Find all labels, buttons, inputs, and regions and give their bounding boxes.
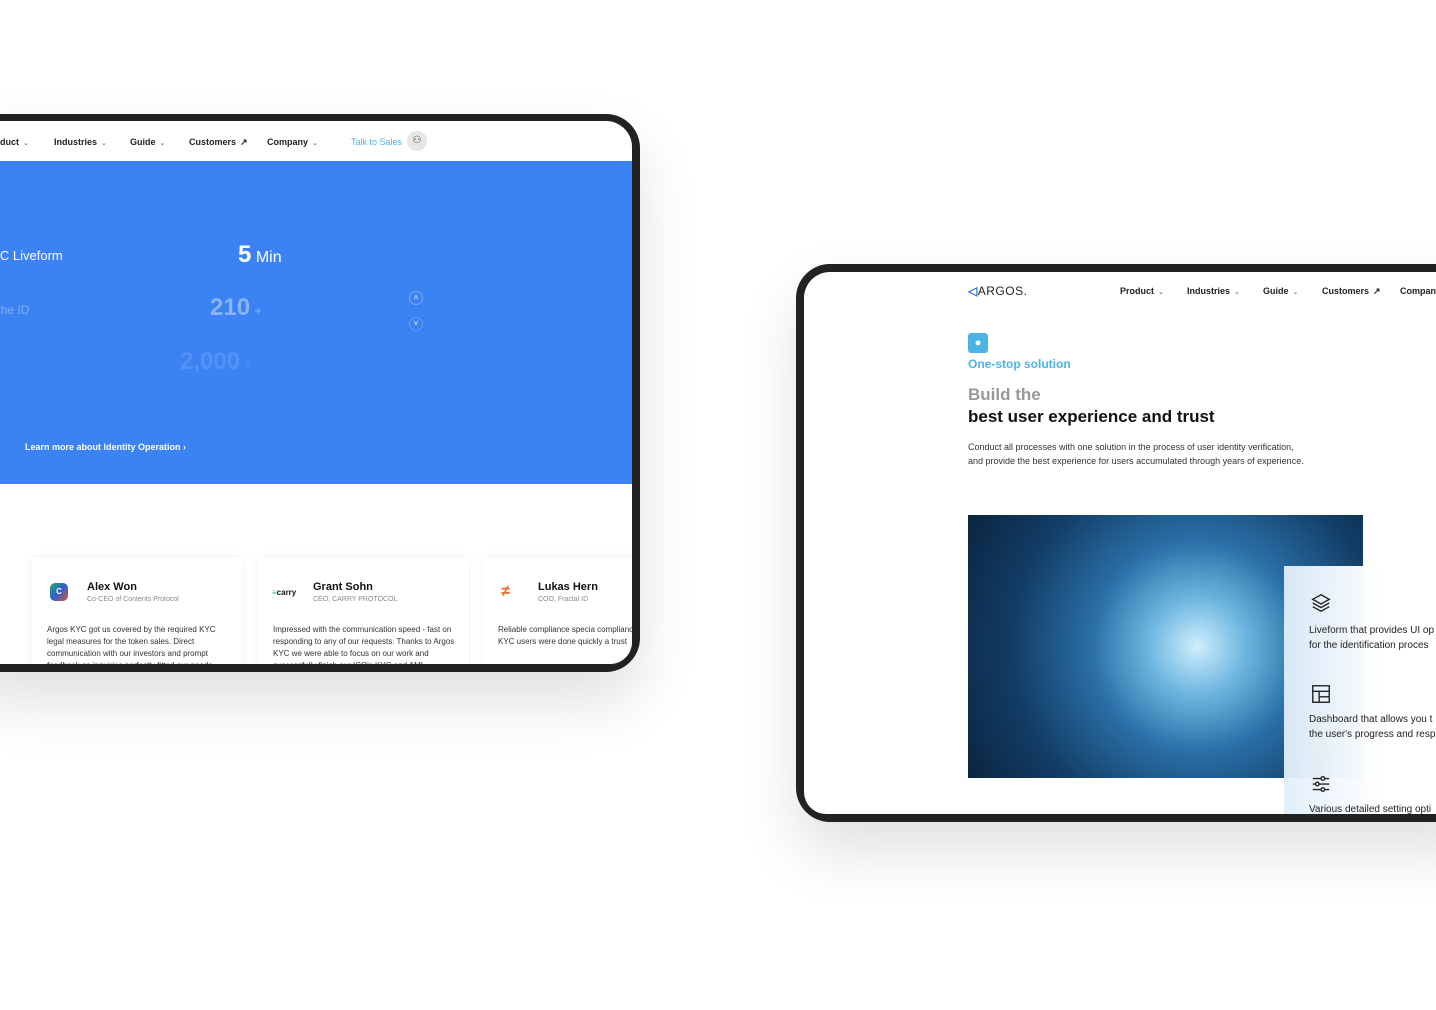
author-role: COO, Fractal ID	[538, 596, 589, 603]
author-role: CEO, CARRY PROTOCOL	[313, 596, 398, 603]
author-name: Alex Won	[87, 581, 137, 593]
left-tablet-screen: Product⌄ Industries⌄ Guide⌄ Customers↗ C…	[0, 121, 632, 664]
layout-icon	[1312, 685, 1330, 703]
fractal-id-logo: ≠	[501, 583, 510, 600]
nav-label: Product	[0, 137, 20, 147]
features-panel: Liveform that provides UI op for the iden…	[1284, 566, 1436, 814]
left-tablet-frame: Product⌄ Industries⌄ Guide⌄ Customers↗ C…	[0, 114, 640, 672]
stat-label: Argos KYC Liveform	[0, 248, 63, 263]
chevron-down-icon: ⌄	[312, 140, 318, 147]
author-name: Grant Sohn	[313, 581, 373, 593]
nav-label: Guide	[130, 137, 156, 147]
talk-to-sales-link[interactable]: Talk to Sales	[351, 137, 402, 147]
quote: Argos KYC got us covered by the required…	[47, 625, 216, 664]
feature-text: Dashboard that allows you t the user's pr…	[1309, 714, 1436, 740]
chevron-down-icon: ⌄	[1234, 289, 1240, 296]
quote: Impressed with the communication speed -…	[273, 625, 455, 664]
quote: Reliable compliance specia compliance ch…	[498, 625, 632, 646]
chevron-down-icon: ⌄	[101, 140, 107, 147]
nav-customers[interactable]: Customers ↗	[189, 137, 248, 148]
feature-text: Liveform that provides UI op for the iden…	[1309, 625, 1435, 651]
contents-protocol-logo: C	[50, 583, 76, 605]
carry-logo: ≡carry	[272, 588, 297, 597]
nav-label: Industries	[54, 137, 98, 147]
right-tablet-frame: ◁ARGOS. Product ⌄ Industries ⌄ Guide ⌄ Cust…	[796, 264, 1436, 822]
stat-value: 210 +	[210, 294, 262, 321]
sliders-icon	[1312, 775, 1330, 793]
scroll-up-button[interactable]: ˄	[409, 291, 423, 305]
author-name: Lukas Hern	[538, 581, 598, 593]
testimonial-card: C Alex Won Co-CEO of Contents Protocol A…	[32, 558, 242, 664]
page-title: best user experience and trust	[968, 407, 1215, 426]
stat-value: 5 Min	[238, 241, 282, 268]
stats-section: Argos KYC Liveform 5 Min ted for the ID …	[0, 161, 632, 484]
chevron-down-icon: ⌄	[1158, 289, 1164, 296]
nav-company[interactable]: Company ⌄	[267, 137, 318, 147]
learn-more-link[interactable]: Learn more about Identity Operation ›	[25, 442, 186, 452]
stat-label: ted for the ID	[0, 303, 30, 317]
nav-label: Customers	[189, 137, 237, 147]
nav-industries[interactable]: Industries ⌄	[54, 137, 107, 147]
nav-product[interactable]: Product⌄	[1120, 286, 1164, 296]
external-arrow-icon: ↗	[1373, 286, 1381, 296]
chevron-down-icon: ⌄	[1292, 289, 1299, 296]
user-add-icon[interactable]: ⚇	[407, 131, 427, 151]
testimonial-card: ≠ Lukas Hern COO, Fractal ID Reliable co…	[483, 558, 632, 664]
title-light: Build the	[968, 385, 1041, 404]
chevron-down-icon: ⌄	[23, 140, 29, 147]
nav-guide[interactable]: Guide ⌄	[130, 137, 165, 147]
nav-label: Company	[267, 137, 309, 147]
nav-industries[interactable]: Industries ⌄	[1187, 286, 1240, 296]
chevron-down-icon: ⌄	[159, 140, 166, 147]
right-tablet-screen: ◁ARGOS. Product ⌄ Industries ⌄ Guide ⌄ Cust…	[804, 272, 1436, 814]
description: Conduct all processes with one solution …	[968, 442, 1304, 466]
eyebrow: One-stop solution	[968, 357, 1071, 371]
lightbulb-icon: ●	[968, 333, 988, 353]
nav-customers[interactable]: Customers ↗	[1322, 286, 1381, 297]
author-role: Co-CEO of Contents Protocol	[87, 596, 179, 603]
argos-logo[interactable]: ◁ARGOS.	[968, 284, 1027, 298]
feature-text: Various detailed setting opti	[1309, 804, 1432, 814]
layers-icon	[1311, 593, 1331, 613]
scroll-down-button[interactable]: ˅	[409, 317, 423, 331]
nav-company[interactable]: Company	[1400, 286, 1436, 296]
nav-guide[interactable]: Guide ⌄	[1263, 286, 1298, 296]
stat-value: 2,000 +	[180, 348, 252, 375]
nav-product[interactable]: Product⌄	[0, 137, 29, 147]
external-arrow-icon: ↗	[240, 137, 248, 147]
testimonial-card: ≡carry Grant Sohn CEO, CARRY PROTOCOL Im…	[258, 558, 468, 664]
